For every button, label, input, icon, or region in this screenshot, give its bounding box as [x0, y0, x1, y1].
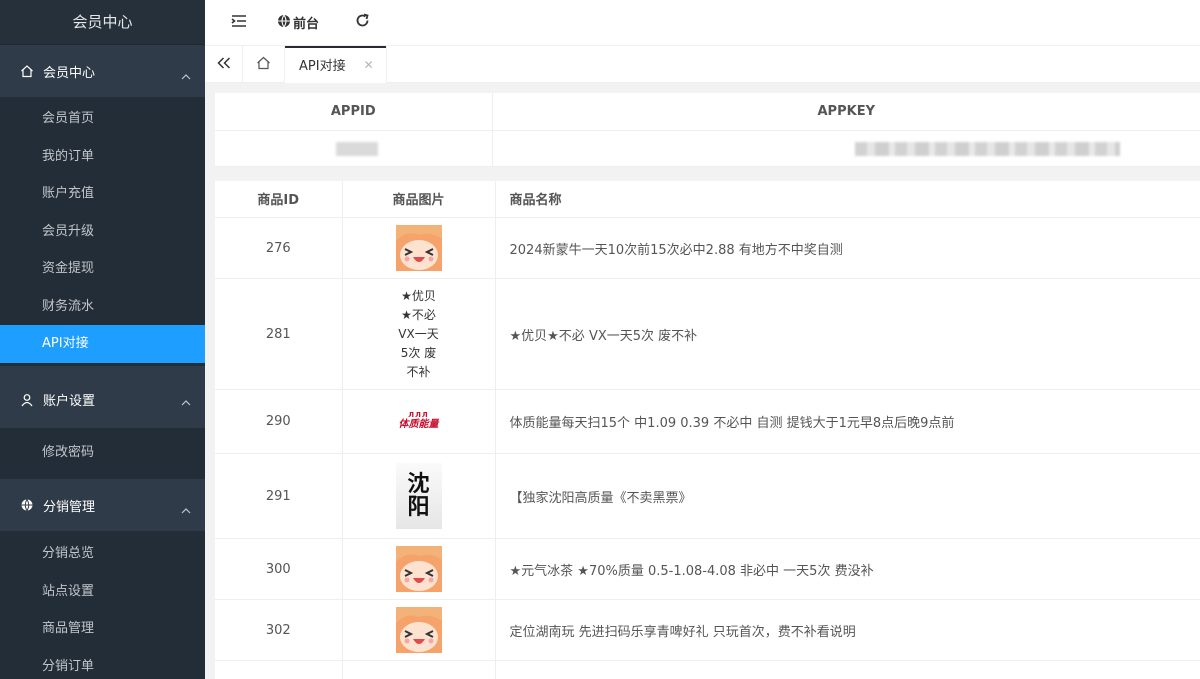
redacted-block — [336, 141, 378, 156]
tab-api[interactable]: API对接 ✕ — [285, 46, 387, 83]
table-row[interactable]: 300 ★元气冰茶 ★70%质量 0.5-1.08-4.08 非必中 一天5次 … — [215, 538, 1200, 600]
sidebar-item-finance-flow[interactable]: 财务流水 — [0, 288, 205, 326]
sidebar-item-goods-management[interactable]: 商品管理 — [0, 610, 205, 648]
column-header-goods-name: 商品名称 — [495, 180, 1200, 218]
toggle-sidebar-button[interactable] — [205, 0, 261, 46]
anime-face-image — [395, 225, 442, 271]
goods-image: ЛЛЛ 体质能量 — [342, 389, 496, 454]
sidebar-group-distribution[interactable]: 分销管理 — [0, 479, 205, 531]
sidebar-group-items: 会员首页 我的订单 账户充值 会员升级 资金提现 财务流水 API对接 — [0, 97, 205, 366]
main-content: APPID APPKEY 商品ID 商品图片 商品名称 276 2024新蒙牛一… — [215, 93, 1200, 679]
chevron-up-icon — [181, 69, 191, 84]
sidebar-item-recharge[interactable]: 账户充值 — [0, 175, 205, 213]
goods-name: 定位湖南玩 先进扫码乐享青啤好礼 只玩首次，费不补看说明 — [495, 599, 1200, 661]
goods-image: ★优贝 ★不必 VX一天 5次 废 不补 — [342, 278, 496, 390]
close-icon[interactable]: ✕ — [364, 58, 374, 72]
tab-label: API对接 — [299, 59, 346, 74]
goods-id: 300 — [215, 538, 343, 600]
tabs-scroll-left-button[interactable] — [205, 46, 243, 83]
goods-image: 沈 阳 — [342, 453, 496, 539]
goods-id: 281 — [215, 278, 343, 390]
sidebar-group-label: 会员中心 — [43, 65, 96, 81]
goods-image — [342, 599, 496, 661]
goods-name: 【独家沈阳高质量《不卖黑票》 — [495, 453, 1200, 539]
table-row[interactable]: 281 ★优贝 ★不必 VX一天 5次 废 不补 ★优贝★不必 VX一天5次 废… — [215, 278, 1200, 390]
sidebar-item-distribution-orders[interactable]: 分销订单 — [0, 648, 205, 679]
column-header-appid: APPID — [215, 93, 493, 131]
anime-face-image — [395, 607, 442, 653]
user-icon — [20, 393, 34, 407]
table-row[interactable]: 302 定位湖南玩 先进扫码乐享青啤好礼 只玩首次，费不补看说明 — [215, 599, 1200, 661]
goods-id: 291 — [215, 453, 343, 539]
goods-id: 290 — [215, 389, 343, 454]
goods-id: 302 — [215, 599, 343, 661]
appid-value-blurred — [215, 130, 493, 167]
goods-name: ★优贝★不必 VX一天5次 废不补 — [495, 278, 1200, 390]
energy-logo-image: ЛЛЛ 体质能量 — [398, 411, 439, 430]
calligraphy-image: 沈 阳 — [395, 463, 442, 529]
appkey-value-blurred — [492, 130, 1200, 167]
redacted-block — [854, 141, 1120, 156]
anime-face-image — [395, 546, 442, 592]
api-key-table: APPID APPKEY — [215, 93, 1200, 167]
goods-name: 2024新蒙牛一天10次前15次必中2.88 有地方不中奖自测 — [495, 217, 1200, 279]
table-row[interactable]: 291 沈 阳 【独家沈阳高质量《不卖黑票》 — [215, 453, 1200, 539]
text-image: ★优贝 ★不必 VX一天 5次 废 不补 — [398, 288, 439, 379]
goods-image — [342, 217, 496, 279]
sidebar-group-items: 修改密码 — [0, 427, 205, 479]
sidebar-item-api[interactable]: API对接 — [0, 325, 205, 363]
chevron-up-icon — [181, 395, 191, 410]
goods-image — [342, 538, 496, 600]
sidebar-item-my-orders[interactable]: 我的订单 — [0, 138, 205, 176]
refresh-icon — [355, 13, 370, 32]
table-row[interactable]: 290 ЛЛЛ 体质能量 体质能量每天扫15个 中1.09 0.39 不必中 自… — [215, 389, 1200, 454]
goods-name: ★元气冰茶 ★70%质量 0.5-1.08-4.08 非必中 一天5次 费没补 — [495, 538, 1200, 600]
top-header: 前台 — [205, 0, 1200, 46]
table-row[interactable]: 276 2024新蒙牛一天10次前15次必中2.88 有地方不中奖自测 — [215, 217, 1200, 279]
sidebar-group-label: 账户设置 — [43, 394, 96, 409]
front-page-label: 前台 — [293, 17, 320, 32]
double-chevron-left-icon — [216, 56, 231, 73]
sidebar-item-upgrade[interactable]: 会员升级 — [0, 213, 205, 251]
sidebar-item-distribution-overview[interactable]: 分销总览 — [0, 535, 205, 573]
column-header-goods-image: 商品图片 — [342, 180, 496, 218]
goods-name: 体质能量每天扫15个 中1.09 0.39 不必中 自测 提钱大于1元早8点后晚… — [495, 389, 1200, 454]
sidebar-item-withdraw[interactable]: 资金提现 — [0, 250, 205, 288]
goods-id: 276 — [215, 217, 343, 279]
globe-icon — [277, 14, 291, 32]
globe-icon — [20, 498, 34, 512]
sidebar-item-site-settings[interactable]: 站点设置 — [0, 573, 205, 611]
table-row — [215, 130, 1200, 167]
menu-fold-icon — [231, 14, 247, 32]
table-row[interactable] — [215, 660, 1200, 679]
sidebar-title: 会员中心 — [0, 0, 205, 45]
section-divider — [215, 166, 1200, 181]
tab-bar: API对接 ✕ — [205, 46, 1200, 83]
sidebar-group-label: 分销管理 — [43, 499, 96, 515]
sidebar-group-items: 分销总览 站点设置 商品管理 分销订单 — [0, 531, 205, 679]
goods-table: 商品ID 商品图片 商品名称 276 2024新蒙牛一天10次前15次必中2.8… — [215, 180, 1200, 679]
chevron-up-icon — [181, 503, 191, 518]
sidebar-item-change-password[interactable]: 修改密码 — [0, 434, 205, 472]
sidebar-item-member-home[interactable]: 会员首页 — [0, 100, 205, 138]
sidebar-group-account-settings[interactable]: 账户设置 — [0, 365, 205, 428]
tab-home[interactable] — [243, 46, 285, 83]
refresh-button[interactable] — [333, 0, 384, 46]
sidebar-group-member-center[interactable]: 会员中心 — [0, 45, 205, 97]
home-icon — [20, 64, 34, 78]
sidebar: 会员中心 会员中心 会员首页 我的订单 账户充值 会员升级 资金提现 财务流水 … — [0, 0, 205, 679]
column-header-appkey: APPKEY — [492, 93, 1200, 131]
front-page-button[interactable]: 前台 — [261, 0, 333, 46]
column-header-goods-id: 商品ID — [215, 180, 343, 218]
home-icon — [256, 56, 271, 74]
